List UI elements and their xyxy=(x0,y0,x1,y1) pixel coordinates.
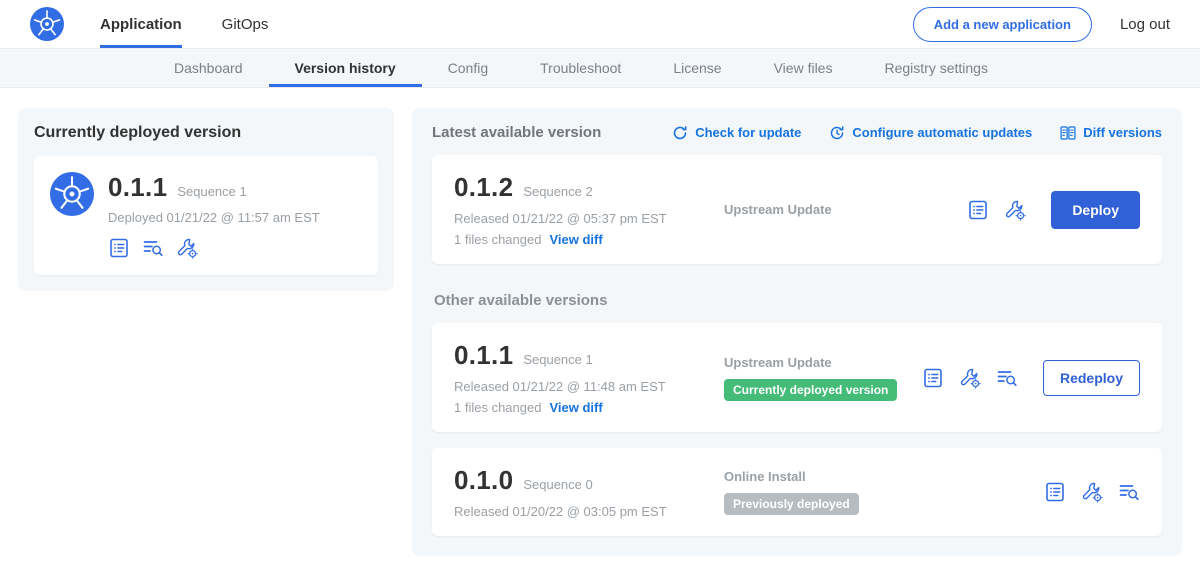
files-changed: 1 files changed xyxy=(454,232,541,247)
deploy-button[interactable]: Deploy xyxy=(1051,191,1140,229)
view-diff-link[interactable]: View diff xyxy=(549,400,602,415)
source-label: Online Install xyxy=(724,469,1044,484)
version-info: 0.1.2 Sequence 2 Released 01/21/22 @ 05:… xyxy=(454,172,710,247)
subnav-item-view-files[interactable]: View files xyxy=(748,49,859,87)
version-number: 0.1.1 xyxy=(454,340,513,371)
deployed-actions xyxy=(108,237,320,259)
diff-versions-link[interactable]: Diff versions xyxy=(1060,125,1162,141)
files-changed: 1 files changed xyxy=(454,400,541,415)
release-notes-icon[interactable] xyxy=(967,199,989,221)
deployed-version-card: 0.1.1 Sequence 1 Deployed 01/21/22 @ 11:… xyxy=(34,156,378,275)
subnav-item-version-history[interactable]: Version history xyxy=(269,49,422,87)
configure-automatic-updates-link[interactable]: Configure automatic updates xyxy=(829,125,1032,141)
release-notes-icon[interactable] xyxy=(922,367,944,389)
version-row-actions xyxy=(1044,481,1140,503)
currently-deployed-title: Currently deployed version xyxy=(34,124,378,142)
deployed-version-info: 0.1.1 Sequence 1 Deployed 01/21/22 @ 11:… xyxy=(108,172,320,259)
other-versions-title: Other available versions xyxy=(434,292,1160,309)
released-timestamp: Released 01/21/22 @ 05:37 pm EST xyxy=(454,211,710,226)
subnav-item-dashboard[interactable]: Dashboard xyxy=(148,49,269,87)
deployed-timestamp: Deployed 01/21/22 @ 11:57 am EST xyxy=(108,210,320,225)
version-sequence: Sequence 0 xyxy=(523,477,592,492)
deploy-logs-icon[interactable] xyxy=(996,367,1018,389)
released-timestamp: Released 01/21/22 @ 11:48 am EST xyxy=(454,379,710,394)
config-wrench-icon[interactable] xyxy=(959,367,981,389)
released-timestamp: Released 01/20/22 @ 03:05 pm EST xyxy=(454,504,710,519)
release-notes-icon[interactable] xyxy=(1044,481,1066,503)
logout-link[interactable]: Log out xyxy=(1120,16,1170,33)
tab-gitops[interactable]: GitOps xyxy=(222,0,269,48)
config-wrench-icon[interactable] xyxy=(176,237,198,259)
version-info: 0.1.1 Sequence 1 Released 01/21/22 @ 11:… xyxy=(454,340,710,415)
source-label: Upstream Update xyxy=(724,355,922,370)
previously-deployed-badge: Previously deployed xyxy=(724,493,859,515)
currently-deployed-panel: Currently deployed version 0.1.1 Sequenc… xyxy=(18,108,394,291)
version-source: Upstream Update xyxy=(710,202,967,217)
deployed-version-number: 0.1.1 xyxy=(108,172,167,203)
latest-version-header: Latest available version Check for updat… xyxy=(432,124,1162,141)
subnav-item-registry-settings[interactable]: Registry settings xyxy=(858,49,1013,87)
release-notes-icon[interactable] xyxy=(108,237,130,259)
app-icon xyxy=(50,172,94,216)
header-right: Add a new application Log out xyxy=(913,7,1170,42)
version-sequence: Sequence 2 xyxy=(523,184,592,199)
tab-application[interactable]: Application xyxy=(100,0,182,48)
version-history-panel: Latest available version Check for updat… xyxy=(412,108,1182,556)
latest-version-title: Latest available version xyxy=(432,124,601,141)
subnav-item-license[interactable]: License xyxy=(647,49,747,87)
subnav-item-config[interactable]: Config xyxy=(422,49,514,87)
version-number: 0.1.2 xyxy=(454,172,513,203)
check-for-update-link[interactable]: Check for update xyxy=(672,125,801,141)
diff-icon xyxy=(1060,125,1076,141)
currently-deployed-badge: Currently deployed version xyxy=(724,379,897,401)
config-wrench-icon[interactable] xyxy=(1081,481,1103,503)
view-diff-link[interactable]: View diff xyxy=(549,232,602,247)
deploy-logs-icon[interactable] xyxy=(142,237,164,259)
source-label: Upstream Update xyxy=(724,202,967,217)
version-sequence: Sequence 1 xyxy=(523,352,592,367)
version-info: 0.1.0 Sequence 0 Released 01/20/22 @ 03:… xyxy=(454,465,710,519)
version-row-actions: Redeploy xyxy=(922,360,1140,396)
version-row-0-1-1: 0.1.1 Sequence 1 Released 01/21/22 @ 11:… xyxy=(432,323,1162,432)
top-header: Application GitOps Add a new application… xyxy=(0,0,1200,49)
version-row-actions: Deploy xyxy=(967,191,1140,229)
version-actions: Check for update Configure automatic upd… xyxy=(672,125,1162,141)
version-source: Upstream Update Currently deployed versi… xyxy=(710,355,922,401)
config-wrench-icon[interactable] xyxy=(1004,199,1026,221)
tab-gitops-label: GitOps xyxy=(222,16,269,33)
app-subnav: Dashboard Version history Config Trouble… xyxy=(0,49,1200,88)
version-number: 0.1.0 xyxy=(454,465,513,496)
deploy-logs-icon[interactable] xyxy=(1118,481,1140,503)
redeploy-button[interactable]: Redeploy xyxy=(1043,360,1140,396)
version-source: Online Install Previously deployed xyxy=(710,469,1044,515)
deployed-sequence: Sequence 1 xyxy=(177,184,246,199)
subnav-item-troubleshoot[interactable]: Troubleshoot xyxy=(514,49,647,87)
main-content: Currently deployed version 0.1.1 Sequenc… xyxy=(0,88,1200,576)
add-application-button[interactable]: Add a new application xyxy=(913,7,1092,42)
kubernetes-logo xyxy=(30,7,64,41)
refresh-icon xyxy=(672,125,688,141)
tab-application-label: Application xyxy=(100,16,182,33)
version-row-0-1-2: 0.1.2 Sequence 2 Released 01/21/22 @ 05:… xyxy=(432,155,1162,264)
auto-update-icon xyxy=(829,125,845,141)
app-nav-tabs: Application GitOps xyxy=(100,0,308,48)
version-row-0-1-0: 0.1.0 Sequence 0 Released 01/20/22 @ 03:… xyxy=(432,448,1162,536)
